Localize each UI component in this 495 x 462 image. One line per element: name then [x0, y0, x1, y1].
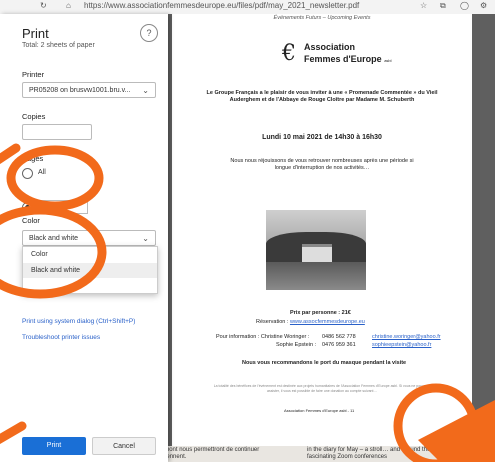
profile-icon[interactable]: ◯	[460, 1, 469, 10]
dialog-subtitle: Total: 2 sheets of paper	[22, 42, 95, 49]
doc-recommend: Nous vous recommandons le port du masque…	[242, 360, 407, 366]
reload-icon[interactable]: ↻	[40, 1, 47, 10]
doc-contact2: Sophie Epstein :	[276, 342, 317, 348]
collections-icon[interactable]: ⧉	[440, 1, 446, 11]
doc-phone1: 0486 562 778	[322, 334, 356, 340]
doc-footer-small: La totalité des bénéfices de l'événement…	[213, 384, 431, 393]
settings-icon[interactable]: ⚙	[480, 1, 487, 10]
chevron-down-icon: ⌄	[142, 234, 149, 243]
address-bar[interactable]: https://www.associationfemmesdeurope.eu/…	[84, 1, 359, 10]
home-icon[interactable]: ⌂	[66, 1, 71, 10]
printer-select[interactable]: PR05208 on brusvw1001.bru.v... ⌄	[22, 82, 156, 98]
pages-label: Pages	[22, 154, 44, 163]
troubleshoot-link[interactable]: Troubleshoot printer issues	[22, 334, 100, 341]
reservation-link[interactable]: www.assocfemmesdeurope.eu	[290, 319, 365, 325]
abbey-photo	[266, 210, 366, 290]
doc-email1[interactable]: christine.woringer@yahoo.fr	[372, 334, 441, 340]
pages-all-radio[interactable]	[22, 168, 33, 179]
chevron-down-icon: ⌄	[142, 86, 149, 95]
color-dropdown: Color Black and white	[22, 246, 158, 294]
print-button[interactable]: Print	[22, 437, 86, 455]
doc-intro: Le Groupe Français a le plaisir de vous …	[206, 90, 438, 103]
color-select[interactable]: Black and white ⌄	[22, 230, 156, 246]
browser-toolbar: ↻ ⌂ https://www.associationfemmesdeurope…	[0, 0, 495, 15]
doc-email2[interactable]: sophieepstein@yahoo.fr	[372, 342, 431, 348]
help-icon[interactable]: ?	[140, 24, 158, 42]
doc-date: Lundi 10 mai 2021 de 14h30 à 16h30	[262, 134, 382, 141]
doc-phone2: 0476 959 361	[322, 342, 356, 348]
favorites-icon[interactable]: ☆	[420, 1, 427, 10]
copies-input[interactable]	[22, 124, 92, 140]
doc-price: Prix par personne : 21€	[290, 310, 351, 316]
preview-sheet: Événements Futurs – Upcoming Events € As…	[172, 14, 472, 446]
color-label: Color	[22, 216, 40, 225]
print-dialog: Print Total: 2 sheets of paper ? Printer…	[0, 14, 168, 462]
doc-body: Nous nous réjouissons de vous retrouver …	[230, 158, 414, 171]
association-logo: € Association Femmes d'Europe asbl	[282, 41, 392, 66]
doc-reservation: Réservation : www.assocfemmesdeurope.eu	[256, 319, 365, 325]
printer-label: Printer	[22, 70, 45, 79]
color-option-bw[interactable]: Black and white	[23, 263, 157, 278]
system-dialog-link[interactable]: Print using system dialog (Ctrl+Shift+P)	[22, 318, 135, 325]
dialog-title: Print	[22, 26, 49, 41]
pages-all-label: All	[38, 169, 46, 176]
pages-range-input[interactable]: 11-13	[40, 200, 88, 214]
color-option-color[interactable]: Color	[23, 247, 157, 262]
doc-top-line: Événements Futurs – Upcoming Events	[273, 15, 371, 21]
copies-label: Copies	[22, 112, 46, 121]
doc-info-label: Pour information : Christine Woringer :	[216, 334, 310, 340]
pages-range-radio[interactable]	[22, 202, 33, 213]
doc-footer-org: Association Femmes d'Europe asbl - 11	[284, 408, 355, 413]
cancel-button[interactable]: Cancel	[92, 437, 156, 455]
logo-mark-icon: €	[282, 41, 296, 66]
